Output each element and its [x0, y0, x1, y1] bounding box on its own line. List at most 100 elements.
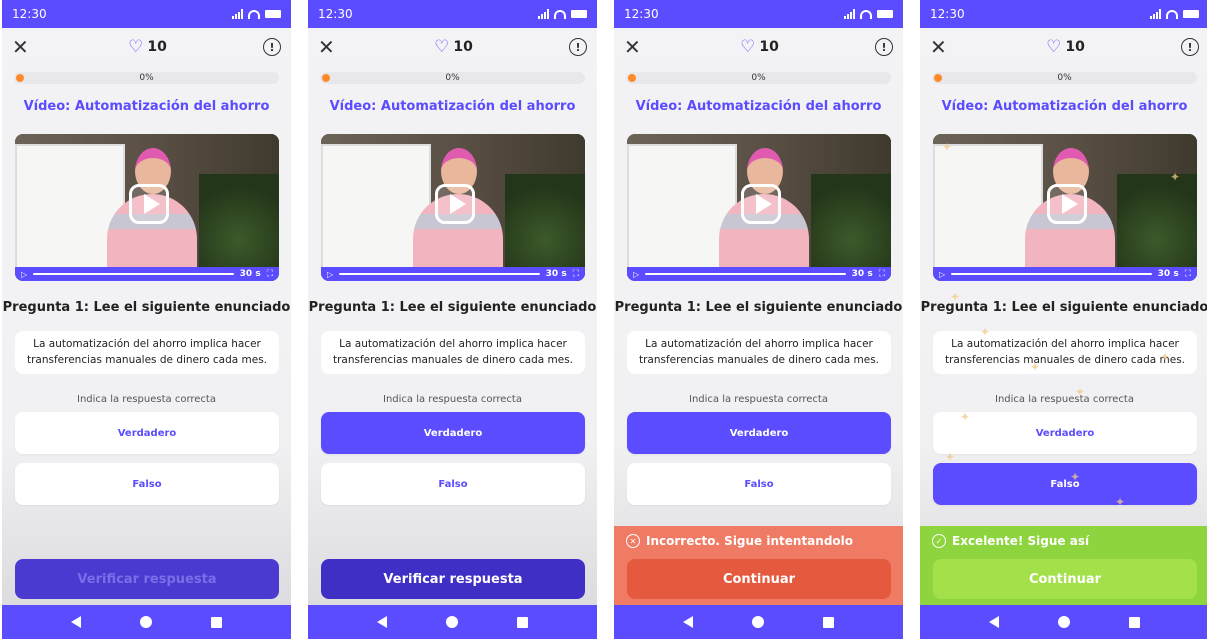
small-play-icon[interactable]: ▷ — [327, 270, 333, 279]
status-icons — [844, 9, 893, 19]
status-bar: 12:30 — [614, 0, 903, 28]
video-player[interactable]: ▷ 30 s ⛶ — [321, 134, 585, 281]
status-icons — [232, 9, 281, 19]
top-bar: ✕ ♡ 10 ! — [920, 28, 1207, 66]
top-bar: ✕ ♡ 10 ! — [308, 28, 597, 66]
progress-bar: 0% — [932, 72, 1197, 84]
fullscreen-icon[interactable]: ⛶ — [879, 269, 885, 279]
answer-hint: Indica la respuesta correcta — [995, 394, 1134, 405]
close-icon[interactable]: ✕ — [624, 35, 644, 59]
recents-icon[interactable] — [1128, 616, 1140, 628]
back-icon[interactable] — [377, 616, 388, 628]
continue-button[interactable]: Continuar — [627, 559, 891, 599]
battery-icon — [877, 10, 893, 18]
lesson-title: Vídeo: Automatización del ahorro — [23, 99, 270, 114]
video-seekbar[interactable] — [645, 273, 846, 275]
home-icon[interactable] — [1057, 616, 1070, 628]
home-icon[interactable] — [751, 616, 764, 628]
confetti-star: ✦ — [1070, 470, 1081, 484]
signal-icon — [844, 9, 855, 19]
info-icon[interactable]: ! — [262, 38, 281, 56]
option-false-button[interactable]: Falso — [933, 463, 1197, 505]
option-false-button[interactable]: Falso — [15, 463, 279, 505]
question-title: Pregunta 1: Lee el siguiente enunciado — [2, 300, 291, 315]
verify-button[interactable]: Verificar respuesta — [321, 559, 585, 599]
back-icon[interactable] — [683, 616, 694, 628]
confetti-star: ✦ — [1030, 360, 1041, 374]
fullscreen-icon[interactable]: ⛶ — [267, 269, 273, 279]
verify-button[interactable]: Verificar respuesta — [15, 559, 279, 599]
video-duration: 30 s — [545, 269, 567, 279]
question-title: Pregunta 1: Lee el siguiente enunciado — [308, 300, 597, 315]
back-icon[interactable] — [989, 616, 1000, 628]
answer-hint: Indica la respuesta correcta — [689, 394, 828, 405]
question-statement: La automatización del ahorro implica hac… — [15, 331, 279, 374]
small-play-icon[interactable]: ▷ — [939, 270, 945, 279]
option-false-button[interactable]: Falso — [627, 463, 891, 505]
close-icon[interactable]: ✕ — [318, 35, 338, 59]
confetti-star: ✦ — [1160, 350, 1171, 364]
option-false-button[interactable]: Falso — [321, 463, 585, 505]
small-play-icon[interactable]: ▷ — [633, 270, 639, 279]
fullscreen-icon[interactable]: ⛶ — [1185, 269, 1191, 279]
play-icon[interactable] — [435, 184, 475, 224]
play-icon[interactable] — [741, 184, 781, 224]
recents-icon[interactable] — [210, 616, 222, 628]
feedback-message: ✕ Incorrecto. Sigue intentandolo — [626, 534, 853, 548]
close-circle-icon: ✕ — [626, 534, 640, 548]
video-seekbar[interactable] — [33, 273, 234, 275]
confetti-star: ✦ — [942, 140, 953, 154]
answer-hint: Indica la respuesta correcta — [77, 394, 216, 405]
video-plant — [811, 174, 891, 281]
option-true-button[interactable]: Verdadero — [15, 412, 279, 454]
feedback-text: Excelente! Sigue así — [952, 534, 1090, 548]
recents-icon[interactable] — [516, 616, 528, 628]
info-icon[interactable]: ! — [1180, 38, 1199, 56]
android-nav-bar — [920, 605, 1207, 639]
info-icon[interactable]: ! — [874, 38, 893, 56]
option-true-button[interactable]: Verdadero — [321, 412, 585, 454]
status-bar: 12:30 — [2, 0, 291, 28]
feedback-panel-correct: ✓ Excelente! Sigue así Continuar — [920, 526, 1207, 605]
screen-initial: 12:30 ✕ ♡ 10 ! 0% Vídeo: Automatización … — [2, 0, 291, 639]
feedback-panel-incorrect: ✕ Incorrecto. Sigue intentandolo Continu… — [614, 526, 903, 605]
option-true-button[interactable]: Verdadero — [627, 412, 891, 454]
question-title: Pregunta 1: Lee el siguiente enunciado — [614, 300, 903, 315]
video-controls: ▷ 30 s ⛶ — [321, 267, 585, 281]
lives-count: 10 — [453, 39, 473, 55]
question-statement: La automatización del ahorro implica hac… — [933, 331, 1197, 374]
status-bar: 12:30 — [308, 0, 597, 28]
play-icon[interactable] — [1047, 184, 1087, 224]
home-icon[interactable] — [445, 616, 458, 628]
info-icon[interactable]: ! — [568, 38, 587, 56]
recents-icon[interactable] — [822, 616, 834, 628]
play-icon[interactable] — [129, 184, 169, 224]
wifi-icon — [860, 9, 872, 19]
lives-counter: ♡ 10 — [1046, 37, 1085, 57]
continue-button[interactable]: Continuar — [933, 559, 1197, 599]
video-seekbar[interactable] — [951, 273, 1152, 275]
video-duration: 30 s — [1157, 269, 1179, 279]
wifi-icon — [1166, 9, 1178, 19]
question-title: Pregunta 1: Lee el siguiente enunciado — [920, 300, 1207, 315]
screen-incorrect: 12:30 ✕ ♡ 10 ! 0% Vídeo: Automatización … — [614, 0, 903, 639]
close-icon[interactable]: ✕ — [930, 35, 950, 59]
status-bar: 12:30 — [920, 0, 1207, 28]
back-icon[interactable] — [71, 616, 82, 628]
confetti-star: ✦ — [1170, 170, 1181, 184]
screen-correct: 12:30 ✕ ♡ 10 ! 0% Vídeo: Automatización … — [920, 0, 1207, 639]
video-player[interactable]: ▷ 30 s ⛶ — [15, 134, 279, 281]
option-true-button[interactable]: Verdadero — [933, 412, 1197, 454]
signal-icon — [1150, 9, 1161, 19]
video-seekbar[interactable] — [339, 273, 540, 275]
video-controls: ▷ 30 s ⛶ — [15, 267, 279, 281]
battery-icon — [265, 10, 281, 18]
small-play-icon[interactable]: ▷ — [21, 270, 27, 279]
heart-icon: ♡ — [1046, 37, 1062, 57]
home-icon[interactable] — [139, 616, 152, 628]
fullscreen-icon[interactable]: ⛶ — [573, 269, 579, 279]
video-player[interactable]: ▷ 30 s ⛶ — [627, 134, 891, 281]
confetti-star: ✦ — [945, 450, 956, 464]
close-icon[interactable]: ✕ — [12, 35, 32, 59]
video-player[interactable]: ▷ 30 s ⛶ — [933, 134, 1197, 281]
